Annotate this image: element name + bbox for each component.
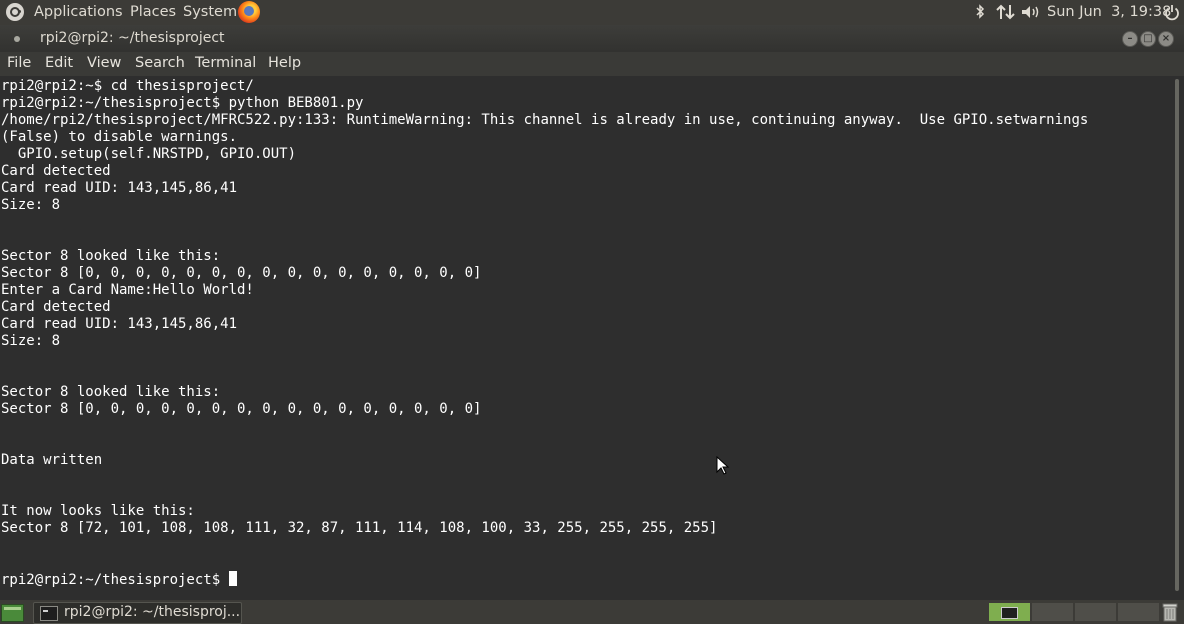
close-button[interactable]: ×	[1158, 31, 1174, 47]
terminal-prompt-line: rpi2@rpi2:~/thesisproject$	[1, 571, 1088, 589]
terminal-menubar: File Edit View Search Terminal Help	[0, 52, 1184, 76]
bluetooth-icon[interactable]	[974, 3, 986, 21]
terminal-scrollbar[interactable]	[1170, 76, 1184, 600]
scrollbar-thumb[interactable]	[1175, 79, 1179, 591]
system-menu[interactable]: System	[183, 0, 237, 25]
terminal-line: Sector 8 [0, 0, 0, 0, 0, 0, 0, 0, 0, 0, …	[1, 401, 482, 417]
minimize-button[interactable]: –	[1122, 31, 1138, 47]
menu-view[interactable]: View	[87, 52, 121, 75]
window-title-bar[interactable]: rpi2@rpi2: ~/thesisproject – □ ×	[0, 25, 1184, 52]
terminal-icon	[40, 606, 58, 621]
terminal-line: Sector 8 [72, 101, 108, 108, 111, 32, 87…	[1, 520, 718, 536]
trash-icon[interactable]	[1161, 602, 1179, 622]
menu-help[interactable]: Help	[268, 52, 301, 75]
menu-terminal[interactable]: Terminal	[195, 52, 256, 75]
places-menu[interactable]: Places	[130, 0, 176, 25]
top-panel: Applications Places System Sun Jun 3, 19…	[0, 0, 1184, 25]
menu-file[interactable]: File	[7, 52, 31, 75]
terminal-line: Sector 8 looked like this:	[1, 248, 221, 264]
window-menu-icon[interactable]	[14, 36, 20, 42]
terminal-line: Sector 8 looked like this:	[1, 384, 221, 400]
terminal-line: Size: 8	[1, 197, 61, 213]
terminal-line: rpi2@rpi2:~/thesisproject$ python BEB801…	[1, 95, 364, 111]
menu-edit[interactable]: Edit	[45, 52, 73, 75]
terminal-prompt: rpi2@rpi2:~/thesisproject$	[1, 572, 229, 588]
menu-search[interactable]: Search	[135, 52, 185, 75]
maximize-button[interactable]: □	[1140, 31, 1156, 47]
terminal-line: GPIO.setup(self.NRSTPD, GPIO.OUT)	[1, 146, 297, 162]
network-icon[interactable]	[996, 3, 1018, 21]
terminal-line: rpi2@rpi2:~$ cd thesisproject/	[1, 78, 254, 94]
power-icon[interactable]	[1164, 3, 1180, 21]
volume-icon[interactable]	[1020, 3, 1042, 21]
terminal-line: Data written	[1, 452, 103, 468]
workspace-1[interactable]	[989, 603, 1030, 621]
terminal-line: /home/rpi2/thesisproject/MFRC522.py:133:…	[1, 112, 1089, 128]
terminal-line: Card read UID: 143,145,86,41	[1, 316, 238, 332]
terminal-line: Card detected	[1, 299, 111, 315]
workspace-4[interactable]	[1118, 603, 1159, 621]
mouse-pointer-icon	[716, 456, 730, 475]
terminal-line: Card detected	[1, 163, 111, 179]
applications-menu[interactable]: Applications	[34, 0, 123, 25]
terminal-line: Size: 8	[1, 333, 61, 349]
terminal-line: Enter a Card Name:Hello World!	[1, 282, 254, 298]
firefox-launcher-icon[interactable]	[238, 1, 260, 23]
bottom-panel: rpi2@rpi2: ~/thesisproj...	[0, 600, 1184, 624]
show-desktop-icon[interactable]	[1, 604, 24, 622]
terminal-line: Card read UID: 143,145,86,41	[1, 180, 238, 196]
clock[interactable]: Sun Jun 3, 19:38	[1047, 0, 1171, 25]
terminal-cursor	[228, 571, 237, 586]
workspace-3[interactable]	[1075, 603, 1116, 621]
window-title: rpi2@rpi2: ~/thesisproject	[40, 30, 225, 46]
workspace-2[interactable]	[1032, 603, 1073, 621]
taskbar-window-label: rpi2@rpi2: ~/thesisproj...	[64, 604, 241, 620]
taskbar-window-button[interactable]: rpi2@rpi2: ~/thesisproj...	[33, 602, 242, 624]
ubuntu-logo-icon[interactable]	[6, 3, 24, 21]
terminal-line: (False) to disable warnings.	[1, 129, 238, 145]
terminal-output: rpi2@rpi2:~$ cd thesisproject/rpi2@rpi2:…	[1, 78, 1088, 589]
terminal-area[interactable]: rpi2@rpi2:~$ cd thesisproject/rpi2@rpi2:…	[0, 76, 1170, 600]
terminal-line: Sector 8 [0, 0, 0, 0, 0, 0, 0, 0, 0, 0, …	[1, 265, 482, 281]
terminal-line: It now looks like this:	[1, 503, 195, 519]
